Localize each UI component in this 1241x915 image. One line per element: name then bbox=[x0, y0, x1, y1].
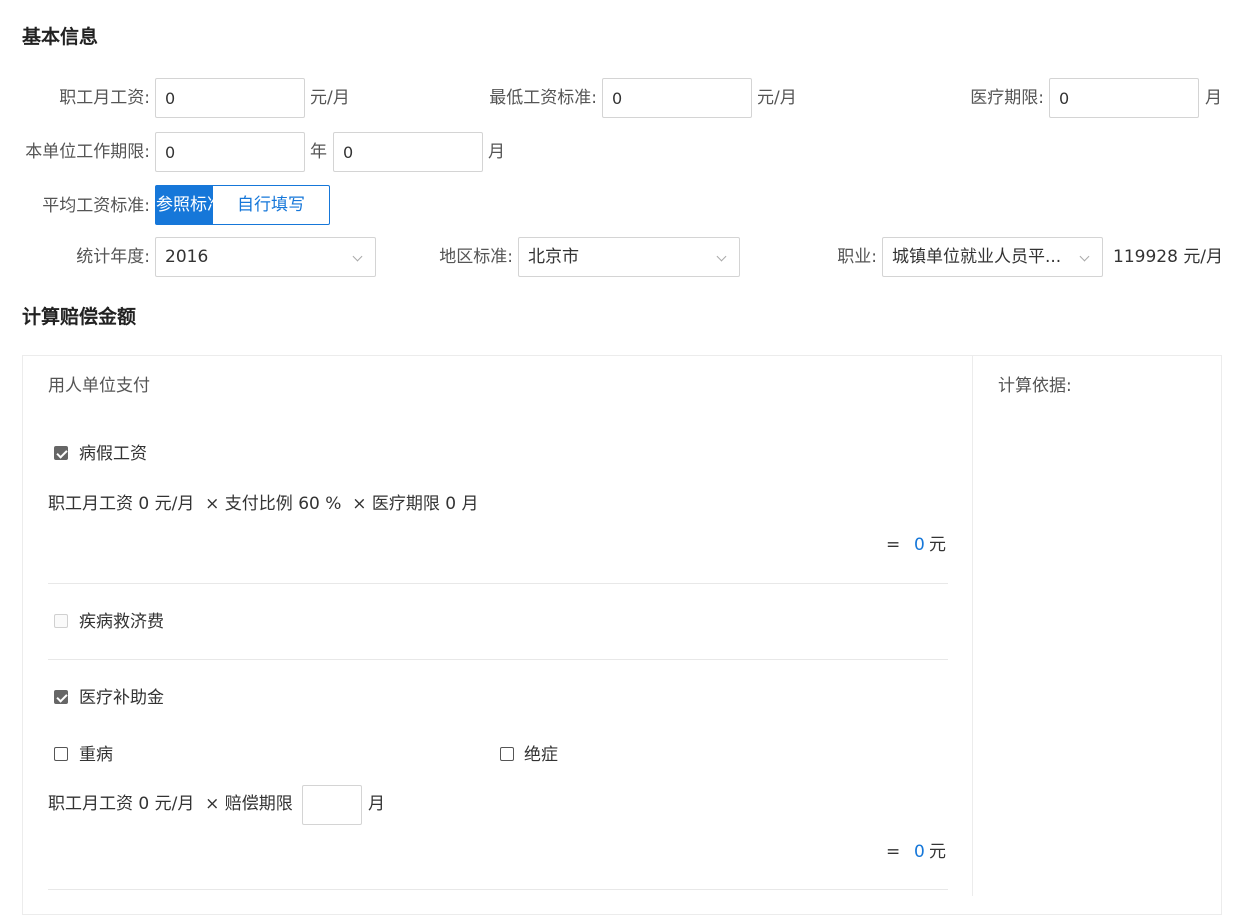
separator bbox=[48, 583, 948, 584]
sick-pay-result: 0 bbox=[914, 535, 925, 555]
chevron-down-icon bbox=[1079, 251, 1090, 262]
work-period-years-unit: 年 bbox=[310, 142, 327, 162]
panel-divider bbox=[972, 355, 973, 896]
medical-period-input[interactable] bbox=[1049, 78, 1199, 118]
medical-period-unit: 月 bbox=[1205, 88, 1222, 108]
chevron-down-icon bbox=[352, 251, 363, 262]
chevron-down-icon bbox=[716, 251, 727, 262]
sick-pay-label: 病假工资 bbox=[79, 444, 147, 464]
avg-wage-reference-button[interactable]: 参照标准 bbox=[155, 185, 224, 225]
sickness-relief-checkbox[interactable] bbox=[54, 614, 68, 628]
medical-subsidy-checkbox[interactable] bbox=[54, 690, 68, 704]
separator bbox=[48, 659, 948, 660]
occupation-amount: 119928 元/月 bbox=[1113, 237, 1223, 277]
monthly-wage-label: 职工月工资: bbox=[59, 88, 150, 108]
sickness-relief-label: 疾病救济费 bbox=[79, 612, 164, 632]
section-title-basic-info: 基本信息 bbox=[22, 26, 99, 48]
employer-pay-heading: 用人单位支付 bbox=[48, 376, 150, 396]
medical-subsidy-result: 0 bbox=[914, 842, 925, 862]
avg-wage-custom-button[interactable]: 自行填写 bbox=[213, 185, 330, 225]
region-select[interactable]: 北京市 bbox=[518, 237, 740, 277]
terminal-illness-checkbox[interactable] bbox=[500, 747, 514, 761]
compensation-period-input[interactable] bbox=[302, 785, 362, 825]
occupation-value: 城镇单位就业人员平... bbox=[892, 247, 1062, 267]
sick-pay-equals: = bbox=[886, 535, 901, 555]
min-wage-input[interactable] bbox=[602, 78, 752, 118]
work-period-months-unit: 月 bbox=[488, 142, 505, 162]
region-value: 北京市 bbox=[528, 247, 579, 267]
min-wage-unit: 元/月 bbox=[757, 88, 797, 108]
occupation-label: 职业: bbox=[837, 247, 877, 267]
avg-wage-std-label: 平均工资标准: bbox=[42, 196, 150, 216]
section-title-calc: 计算赔偿金额 bbox=[22, 306, 137, 328]
stat-year-label: 统计年度: bbox=[76, 247, 150, 267]
sick-pay-checkbox[interactable] bbox=[54, 446, 68, 460]
occupation-select[interactable]: 城镇单位就业人员平... bbox=[882, 237, 1103, 277]
medical-subsidy-result-unit: 元 bbox=[929, 842, 946, 862]
occupation-amount-value: 119928 bbox=[1113, 247, 1178, 267]
sick-pay-result-unit: 元 bbox=[929, 535, 946, 555]
occupation-amount-unit: 元/月 bbox=[1183, 247, 1224, 267]
work-period-label: 本单位工作期限: bbox=[25, 142, 150, 162]
monthly-wage-input[interactable] bbox=[155, 78, 305, 118]
calc-basis-label: 计算依据: bbox=[998, 376, 1072, 396]
stat-year-value: 2016 bbox=[165, 247, 209, 267]
region-label: 地区标准: bbox=[439, 247, 513, 267]
monthly-wage-unit: 元/月 bbox=[310, 88, 350, 108]
medical-subsidy-equals: = bbox=[886, 842, 901, 862]
stat-year-select[interactable]: 2016 bbox=[155, 237, 376, 277]
terminal-illness-label: 绝症 bbox=[524, 745, 558, 765]
min-wage-label: 最低工资标准: bbox=[489, 88, 597, 108]
compensation-period-unit: 月 bbox=[368, 794, 385, 814]
medical-period-label: 医疗期限: bbox=[970, 88, 1044, 108]
separator bbox=[48, 889, 948, 890]
medical-subsidy-label: 医疗补助金 bbox=[79, 688, 164, 708]
serious-illness-label: 重病 bbox=[79, 745, 113, 765]
medical-subsidy-formula: 职工月工资 0 元/月 × 赔偿期限 bbox=[48, 794, 293, 814]
serious-illness-checkbox[interactable] bbox=[54, 747, 68, 761]
calc-panel bbox=[22, 355, 1222, 915]
work-period-years-input[interactable] bbox=[155, 132, 305, 172]
work-period-months-input[interactable] bbox=[333, 132, 483, 172]
sick-pay-formula: 职工月工资 0 元/月 × 支付比例 60 % × 医疗期限 0 月 bbox=[48, 494, 479, 514]
